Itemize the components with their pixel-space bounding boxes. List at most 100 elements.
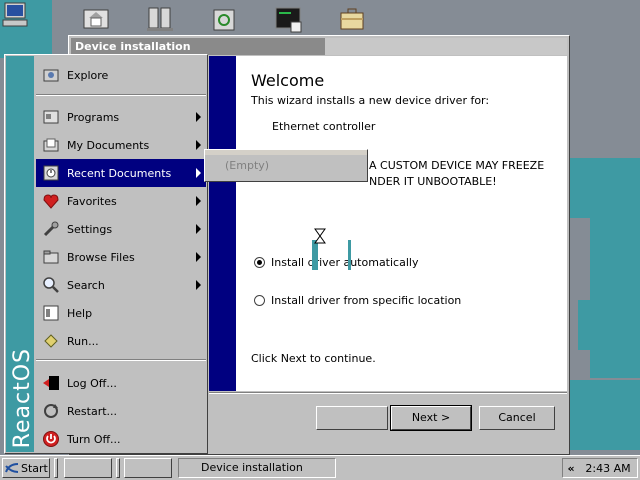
- desktop-artifact: [570, 158, 640, 218]
- desktop-icon-my-computer[interactable]: My: [0, 0, 328, 58]
- clock[interactable]: 2:43 AM: [579, 462, 637, 475]
- submenu-arrow-icon: [196, 280, 201, 290]
- desktop-icon-briefcase[interactable]: [332, 4, 372, 34]
- command-prompt-icon: [275, 7, 302, 33]
- taskbar-button-device-installation[interactable]: Device installation: [178, 458, 336, 478]
- submenu-empty-item: (Empty): [225, 159, 270, 172]
- menu-item-restart[interactable]: Restart...: [36, 397, 206, 425]
- wizard-banner: [209, 56, 236, 391]
- network-drives-icon: [147, 7, 173, 31]
- continue-text: Click Next to continue.: [251, 352, 376, 365]
- programs-icon: [40, 106, 62, 128]
- submenu-arrow-icon: [196, 140, 201, 150]
- restart-icon: [40, 400, 62, 422]
- window-title[interactable]: Device installation: [71, 38, 325, 55]
- submenu-arrow-icon: [196, 252, 201, 262]
- recent-documents-submenu: (Empty): [204, 149, 368, 182]
- start-menu-banner: ReactOS: [6, 56, 35, 452]
- radio-install-automatically[interactable]: [254, 257, 265, 268]
- quick-launch-area: [124, 458, 172, 478]
- start-logo-icon: [5, 463, 19, 473]
- help-icon: [40, 302, 62, 324]
- browse-files-icon: [40, 246, 62, 268]
- menu-item-label: Help: [67, 306, 93, 320]
- log-off-icon: [40, 372, 62, 394]
- taskbar-grip[interactable]: [54, 458, 58, 478]
- taskbar-grip[interactable]: [116, 458, 120, 478]
- busy-cursor-icon: [314, 228, 326, 244]
- settings-icon: [40, 218, 62, 240]
- menu-separator: [36, 359, 206, 361]
- option-label: Install driver automatically: [271, 256, 419, 269]
- search-icon: [40, 274, 62, 296]
- menu-item-turn-off[interactable]: Turn Off...: [36, 425, 206, 453]
- favorites-icon: [40, 190, 62, 212]
- option-install-specific-location[interactable]: Install driver from specific location: [254, 294, 461, 307]
- tray-expand-icon[interactable]: «: [563, 462, 579, 475]
- menu-item-explore[interactable]: Explore: [36, 61, 206, 89]
- menu-item-my-documents[interactable]: My Documents: [36, 131, 206, 159]
- start-label: Start: [21, 461, 48, 475]
- desktop-icon-recycle-bin[interactable]: [204, 4, 244, 34]
- desktop-artifact: [590, 218, 640, 378]
- submenu-arrow-icon: [196, 224, 201, 234]
- folder-network-icon: [83, 9, 109, 29]
- menu-item-label: Recent Documents: [67, 166, 172, 180]
- run-icon: [40, 330, 62, 352]
- radio-install-specific-location[interactable]: [254, 295, 265, 306]
- desktop-icon-folder[interactable]: [76, 4, 116, 34]
- option-label: Install driver from specific location: [271, 294, 462, 307]
- button-separator: [209, 392, 567, 394]
- menu-item-settings[interactable]: Settings: [36, 215, 206, 243]
- back-button[interactable]: [316, 406, 388, 430]
- menu-item-label: My Documents: [67, 138, 150, 152]
- recycle-bin-icon: [213, 9, 235, 31]
- submenu-arrow-icon: [196, 196, 201, 206]
- desktop-artifact: [570, 380, 640, 450]
- next-button[interactable]: Next >: [390, 405, 472, 431]
- menu-item-label: Log Off...: [67, 376, 117, 390]
- menu-item-label: Restart...: [67, 404, 118, 418]
- warning-line-1: A CUSTOM DEVICE MAY FREEZE: [369, 159, 545, 172]
- explore-icon: [40, 64, 62, 86]
- taskbar: Start Device installation « 2:43 AM: [0, 455, 640, 480]
- start-menu-banner-text: ReactOS: [10, 347, 35, 448]
- recent-documents-icon: [40, 162, 62, 184]
- menu-item-recent-documents[interactable]: Recent Documents: [36, 159, 206, 187]
- option-install-automatically[interactable]: Install driver automatically: [254, 256, 418, 269]
- my-computer-icon: [2, 2, 28, 27]
- menu-item-label: Programs: [67, 110, 120, 124]
- my-documents-icon: [40, 134, 62, 156]
- turn-off-icon: [40, 428, 62, 450]
- start-menu: ReactOS Explore Programs My Documents Re…: [4, 54, 208, 454]
- menu-item-label: Browse Files: [67, 250, 135, 264]
- cursor-artifact: [312, 240, 318, 270]
- menu-item-label: Settings: [67, 222, 113, 236]
- welcome-heading: Welcome: [251, 71, 325, 90]
- menu-item-run[interactable]: Run...: [36, 327, 206, 355]
- cancel-button[interactable]: Cancel: [479, 406, 555, 430]
- device-name: Ethernet controller: [272, 120, 376, 133]
- desktop-artifact: [578, 300, 592, 350]
- title-bar-extension: [325, 38, 567, 55]
- cursor-artifact: [348, 240, 351, 270]
- menu-separator: [36, 94, 206, 96]
- menu-item-help[interactable]: Help: [36, 299, 206, 327]
- menu-item-label: Turn Off...: [67, 432, 121, 446]
- menu-item-label: Run...: [67, 334, 99, 348]
- menu-item-search[interactable]: Search: [36, 271, 206, 299]
- submenu-strip: [205, 150, 367, 155]
- menu-item-log-off[interactable]: Log Off...: [36, 369, 206, 397]
- menu-item-browse-files[interactable]: Browse Files: [36, 243, 206, 271]
- warning-text: A CUSTOM DEVICE MAY FREEZE NDER IT UNBOO…: [369, 158, 569, 190]
- menu-item-label: Search: [67, 278, 105, 292]
- menu-item-favorites[interactable]: Favorites: [36, 187, 206, 215]
- start-button[interactable]: Start: [2, 458, 50, 478]
- desktop-icon-network[interactable]: [140, 4, 180, 34]
- menu-item-label: Favorites: [67, 194, 117, 208]
- quick-launch-area: [64, 458, 112, 478]
- menu-item-programs[interactable]: Programs: [36, 103, 206, 131]
- desktop-icon-command-prompt[interactable]: [268, 4, 308, 34]
- submenu-arrow-icon: [196, 112, 201, 122]
- warning-line-2: NDER IT UNBOOTABLE!: [369, 175, 497, 188]
